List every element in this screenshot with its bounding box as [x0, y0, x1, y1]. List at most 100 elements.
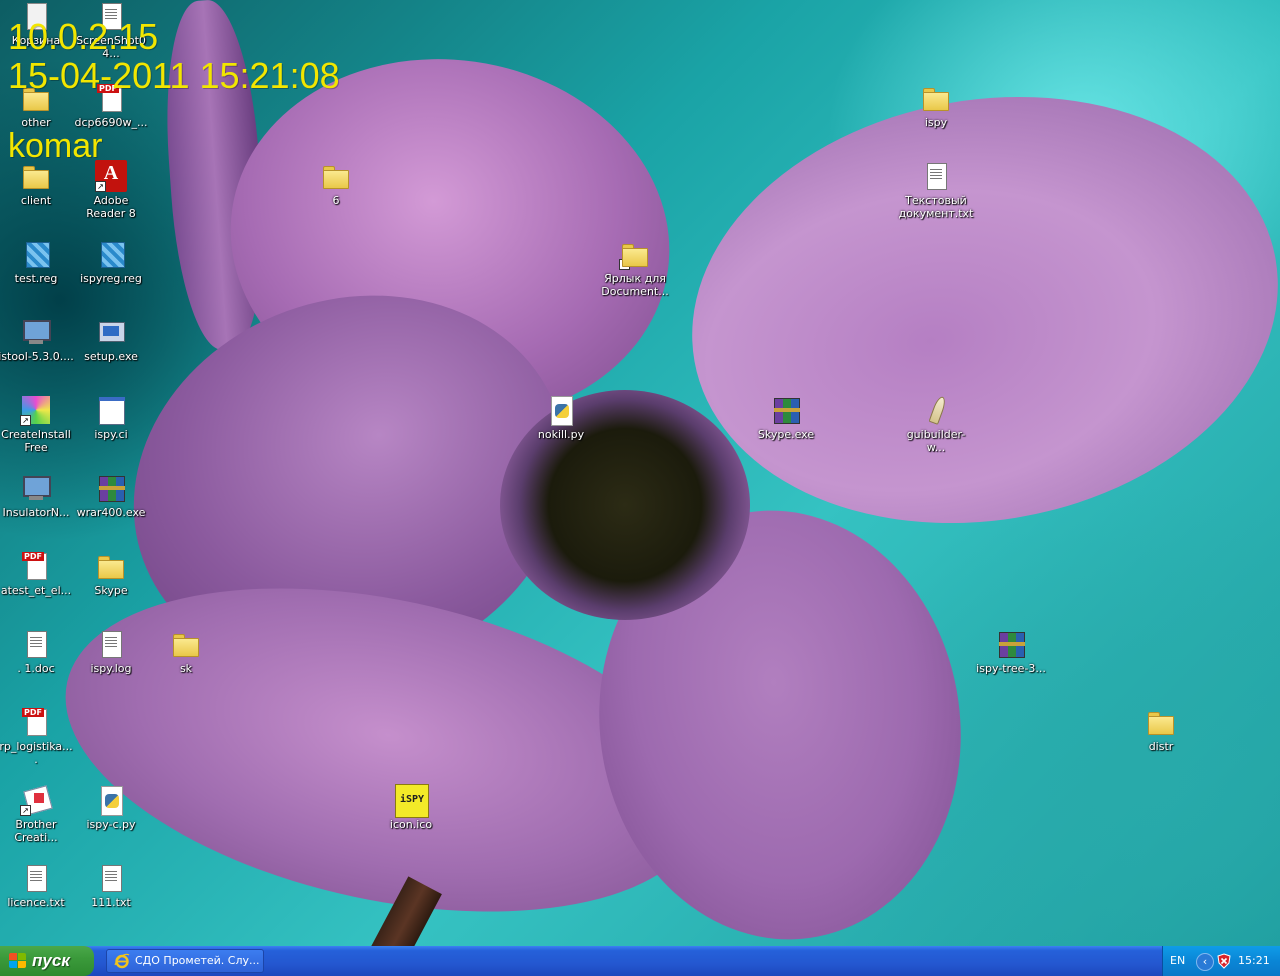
text-file-icon — [920, 160, 952, 192]
desktop-icon[interactable]: ↗ Ярлык для Document... — [597, 238, 673, 312]
desktop-icon[interactable]: setup.exe — [73, 316, 149, 390]
desktop-icon[interactable]: licence.txt — [0, 862, 74, 936]
taskbar-item-label: СДО Прометей. Слу... — [135, 954, 260, 967]
desktop-icon[interactable]: wrar400.exe — [73, 472, 149, 546]
desktop-icon[interactable]: Skype.exe — [748, 394, 824, 468]
desktop-wallpaper — [0, 0, 1280, 946]
desktop-icon-label: guibuilder-w... — [906, 428, 966, 454]
desktop-icon-label: Brother Creati... — [14, 818, 58, 844]
desktop-icon[interactable]: rp_logistika.... — [0, 706, 74, 780]
desktop-icon-label: icon.ico — [389, 818, 433, 831]
taskbar-clock[interactable]: 15:21 — [1238, 946, 1270, 976]
desktop-icon[interactable]: ispy.ci — [73, 394, 149, 468]
desktop-icon[interactable]: atest_et_el... — [0, 550, 74, 624]
desktop-icon-label: Текстовый документ.txt — [898, 194, 974, 220]
desktop-icon-label: ispy.ci — [94, 428, 128, 441]
desktop-icon[interactable]: 6 — [298, 160, 374, 234]
desktop-icon[interactable]: ispy — [898, 82, 974, 156]
overlay-ip-address: 10.0.2.15 — [8, 16, 159, 57]
desktop-icon[interactable]: InsulatorN... — [0, 472, 74, 546]
internet-explorer-icon — [114, 953, 130, 969]
desktop-icon-label: setup.exe — [84, 350, 138, 363]
python-icon — [545, 394, 577, 426]
desktop-icon-label: Skype — [94, 584, 128, 597]
windows-logo-icon — [9, 953, 26, 969]
registry-icon — [95, 238, 127, 270]
ci-file-icon — [95, 394, 127, 426]
desktop-icon[interactable]: nokill.py — [523, 394, 599, 468]
desktop-icon-label: 111.txt — [91, 896, 131, 909]
folder-icon — [320, 160, 352, 192]
desktop-icon[interactable]: ↗ CreateInstall Free — [0, 394, 74, 468]
desktop-icon-label: InsulatorN... — [2, 506, 70, 519]
desktop-icon-label: istool-5.3.0.... — [0, 350, 74, 363]
pdf-icon — [20, 706, 52, 738]
pdf-icon — [20, 550, 52, 582]
desktop-icon[interactable]: istool-5.3.0.... — [0, 316, 74, 390]
shortcut-arrow-icon: ↗ — [619, 259, 630, 270]
desktop-icon-label: distr — [1148, 740, 1174, 753]
folder-shortcut-icon: ↗ — [619, 238, 651, 270]
desktop-icon[interactable]: distr — [1123, 706, 1199, 780]
desktop-icon[interactable]: ispyreg.reg — [73, 238, 149, 312]
desktop-icon-label: test.reg — [14, 272, 58, 285]
python-icon — [95, 784, 127, 816]
createinstall-icon: ↗ — [20, 394, 52, 426]
installer-icon — [20, 472, 52, 504]
desktop-icon[interactable]: icon.ico — [373, 784, 449, 858]
desktop-icon-label: ispy-tree-3... — [976, 662, 1046, 675]
overlay-datetime: 15-04-2011 15:21:08 — [8, 55, 340, 96]
folder-icon — [170, 628, 202, 660]
desktop-icon[interactable]: client — [0, 160, 74, 234]
folder-icon — [920, 82, 952, 114]
installer-icon — [20, 316, 52, 348]
desktop-icon-label: sk — [179, 662, 193, 675]
shortcut-arrow-icon: ↗ — [95, 181, 106, 192]
language-indicator[interactable]: EN — [1170, 946, 1185, 976]
overlay-username: komar — [8, 127, 103, 165]
show-hidden-icons-button[interactable]: ‹ — [1196, 953, 1214, 971]
desktop-icon[interactable]: ispy-c.py — [73, 784, 149, 858]
text-file-icon — [95, 628, 127, 660]
word-doc-icon — [20, 628, 52, 660]
desktop-icon-label: wrar400.exe — [76, 506, 146, 519]
ispy-icon — [395, 784, 429, 818]
desktop-icon[interactable]: ↗ Brother Creati... — [0, 784, 74, 858]
winrar-icon — [95, 472, 127, 504]
shortcut-arrow-icon: ↗ — [20, 415, 31, 426]
desktop-icon-label: Adobe Reader 8 — [86, 194, 136, 220]
desktop-icon[interactable]: 111.txt — [73, 862, 149, 936]
desktop-icon-label: ispy.log — [90, 662, 132, 675]
winrar-icon — [995, 628, 1027, 660]
desktop-icon-label: Skype.exe — [757, 428, 815, 441]
setup-icon — [95, 316, 127, 348]
desktop-icon-label: nokill.py — [537, 428, 585, 441]
desktop-icon[interactable]: . 1.doc — [0, 628, 74, 702]
folder-icon — [1145, 706, 1177, 738]
shortcut-arrow-icon: ↗ — [20, 805, 31, 816]
start-button-label: пуск — [32, 951, 70, 970]
desktop-icon-label: 6 — [332, 194, 340, 207]
desktop-icon[interactable]: ispy-tree-3... — [973, 628, 1049, 702]
desktop-icon[interactable]: ispy.log — [73, 628, 149, 702]
desktop-icon[interactable]: ↗ Adobe Reader 8 — [73, 160, 149, 234]
desktop-icon[interactable]: Текстовый документ.txt — [898, 160, 974, 234]
desktop-icon-label: atest_et_el... — [0, 584, 72, 597]
taskbar: пуск СДО Прометей. Слу... EN ‹ 15:21 — [0, 946, 1280, 976]
start-button[interactable]: пуск — [0, 946, 94, 976]
desktop-icon[interactable]: guibuilder-w... — [898, 394, 974, 468]
folder-icon — [95, 550, 127, 582]
brother-icon: ↗ — [20, 784, 52, 816]
security-shield-icon[interactable] — [1216, 953, 1232, 969]
desktop-icon[interactable]: Skype — [73, 550, 149, 624]
desktop-icon-label: ispy — [924, 116, 948, 129]
desktop-icon[interactable]: sk — [148, 628, 224, 702]
winrar-sfx-icon — [770, 394, 802, 426]
desktop-icon-label: rp_logistika.... — [0, 740, 73, 766]
text-file-icon — [95, 862, 127, 894]
desktop-icon-label: CreateInstall Free — [1, 428, 71, 454]
taskbar-item[interactable]: СДО Прометей. Слу... — [106, 949, 264, 973]
feather-icon — [920, 394, 952, 426]
desktop-icon[interactable]: test.reg — [0, 238, 74, 312]
registry-icon — [20, 238, 52, 270]
